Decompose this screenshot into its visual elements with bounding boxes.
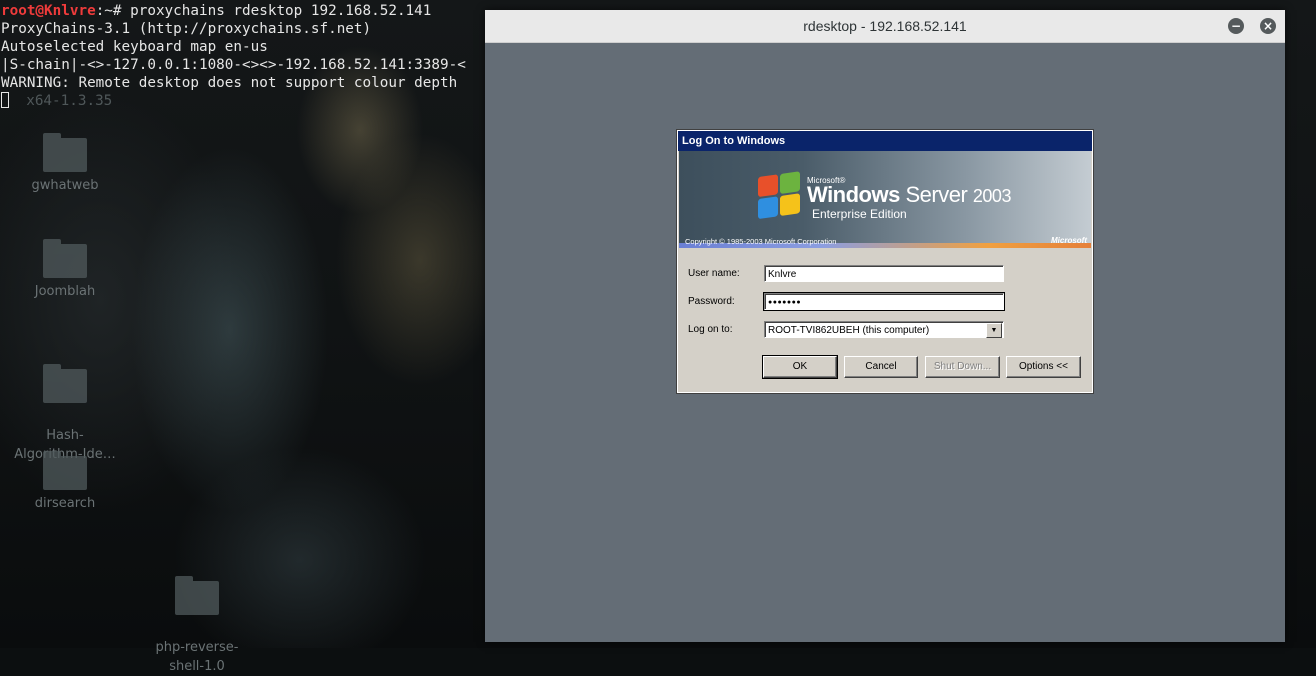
logon-to-select[interactable]: ROOT-TVI862UBEH (this computer) ▼ — [764, 321, 1004, 338]
options-button[interactable]: Options << — [1006, 356, 1081, 378]
banner-edition: Enterprise Edition — [812, 207, 907, 221]
rdesktop-window[interactable]: rdesktop - 192.168.52.141 − × Log On to … — [485, 10, 1285, 642]
cancel-button[interactable]: Cancel — [844, 356, 918, 378]
username-label: User name: — [688, 268, 740, 279]
folder-icon — [43, 364, 87, 403]
folder-icon — [175, 576, 219, 615]
terminal-faint-text: x64-1.3.35 — [26, 93, 113, 109]
terminal-command: proxychains rdesktop 192.168.52.141 — [121, 3, 432, 19]
username-field[interactable]: Knlvre — [764, 265, 1004, 282]
desktop-icon-label: Joomblah — [34, 284, 96, 299]
password-field[interactable]: ●●●●●●● — [763, 292, 1005, 311]
window-title: rdesktop - 192.168.52.141 — [803, 18, 967, 34]
shutdown-button[interactable]: Shut Down... — [925, 356, 1000, 378]
password-label: Password: — [688, 296, 735, 307]
desktop-icon-label: php-reverse- shell-1.0 — [155, 640, 239, 674]
desktop-icon-hash-algorithm[interactable]: Hash- Algorithm-Ide… — [10, 350, 120, 464]
desktop-icon-label: dirsearch — [34, 496, 96, 511]
dropdown-arrow-icon[interactable]: ▼ — [986, 323, 1002, 338]
prompt-path: :~# — [95, 3, 122, 19]
folder-icon — [43, 133, 87, 172]
microsoft-logo: Microsoft — [1051, 236, 1087, 245]
window-titlebar[interactable]: rdesktop - 192.168.52.141 − × — [485, 10, 1285, 43]
terminal-output[interactable]: root@Knlvre:~# proxychains rdesktop 192.… — [1, 2, 486, 110]
terminal-line: Autoselected keyboard map en-us — [1, 39, 268, 55]
desktop-icon-dirsearch[interactable]: dirsearch — [10, 451, 120, 513]
windows-flag-icon — [758, 171, 802, 221]
logon-dialog: Log On to Windows Microsoft® Windows Ser… — [676, 129, 1094, 394]
desktop-icon-label: gwhatweb — [31, 178, 99, 193]
close-button[interactable]: × — [1260, 18, 1276, 34]
prompt-user: root@Knlvre — [1, 3, 96, 19]
windows-server-banner: Microsoft® Windows Server 2003 Enterpris… — [679, 151, 1091, 246]
terminal-line: ProxyChains-3.1 (http://proxychains.sf.n… — [1, 21, 372, 37]
desktop-icon-gwhatweb[interactable]: gwhatweb — [10, 133, 120, 195]
logon-to-label: Log on to: — [688, 324, 733, 335]
terminal-line: WARNING: Remote desktop does not support… — [1, 75, 458, 91]
desktop-icon-joomblah[interactable]: Joomblah — [10, 239, 120, 301]
dialog-title: Log On to Windows — [678, 131, 1092, 151]
folder-icon — [43, 451, 87, 490]
terminal-line: |S-chain|-<>-127.0.0.1:1080-<><>-192.168… — [1, 57, 466, 73]
desktop-icon-php-reverse-shell[interactable]: php-reverse- shell-1.0 — [142, 562, 252, 676]
banner-copyright: Copyright © 1985-2003 Microsoft Corporat… — [685, 237, 837, 246]
logon-to-value: ROOT-TVI862UBEH (this computer) — [768, 325, 930, 336]
banner-product-name: Windows Server 2003 — [807, 182, 1011, 207]
terminal-cursor — [1, 92, 9, 108]
folder-icon — [43, 239, 87, 278]
minimize-button[interactable]: − — [1228, 18, 1244, 34]
ok-button[interactable]: OK — [762, 355, 838, 379]
